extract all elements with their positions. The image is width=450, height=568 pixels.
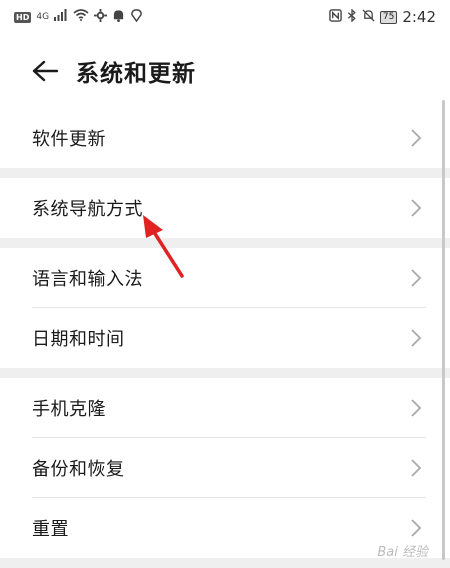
signal-icon xyxy=(54,9,68,25)
system-navigation-item[interactable]: 系统导航方式 xyxy=(0,178,450,238)
hd-badge: HD xyxy=(14,11,32,23)
scrollbar[interactable] xyxy=(442,100,445,560)
clock-time: 2:42 xyxy=(402,8,436,26)
mute-icon xyxy=(362,8,375,26)
back-button[interactable] xyxy=(14,41,76,101)
chevron-right-icon xyxy=(411,519,422,537)
notification-bell-icon xyxy=(112,9,125,26)
status-bar: HD 4G 75 2:42 xyxy=(0,0,450,34)
phone-clone-item[interactable]: 手机克隆 xyxy=(0,378,450,438)
app-header: 系统和更新 xyxy=(0,34,450,108)
settings-card-navigation: 系统导航方式 xyxy=(0,178,450,238)
section-gap xyxy=(0,168,450,178)
settings-card-update: 软件更新 xyxy=(0,108,450,168)
section-gap xyxy=(0,238,450,248)
item-label: 日期和时间 xyxy=(32,329,125,350)
software-update-item[interactable]: 软件更新 xyxy=(0,108,450,168)
watermark: Bai 经验 xyxy=(377,545,428,560)
status-left: HD 4G xyxy=(14,8,143,26)
bluetooth-icon xyxy=(347,7,357,26)
location-icon xyxy=(130,8,143,26)
settings-list: 软件更新 系统导航方式 语言和输入法 日期和时间 手机克隆 备份和恢复 重置 xyxy=(0,108,450,568)
date-time-item[interactable]: 日期和时间 xyxy=(0,308,450,368)
wifi-icon xyxy=(73,9,89,25)
backup-restore-item[interactable]: 备份和恢复 xyxy=(0,438,450,498)
page-title: 系统和更新 xyxy=(76,61,196,87)
chevron-right-icon xyxy=(411,329,422,347)
section-gap xyxy=(0,368,450,378)
language-input-item[interactable]: 语言和输入法 xyxy=(0,248,450,308)
network-type: 4G xyxy=(36,12,50,22)
gear-icon xyxy=(94,8,108,26)
item-label: 软件更新 xyxy=(32,129,106,150)
chevron-right-icon xyxy=(411,129,422,147)
chevron-right-icon xyxy=(411,459,422,477)
item-label: 语言和输入法 xyxy=(32,269,143,290)
settings-card-language: 语言和输入法 日期和时间 xyxy=(0,248,450,368)
settings-card-backup: 手机克隆 备份和恢复 重置 xyxy=(0,378,450,558)
chevron-right-icon xyxy=(411,269,422,287)
chevron-right-icon xyxy=(411,199,422,217)
arrow-left-icon xyxy=(32,60,58,82)
item-label: 重置 xyxy=(32,519,69,540)
item-label: 备份和恢复 xyxy=(32,459,125,480)
battery-level: 75 xyxy=(379,10,398,24)
chevron-right-icon xyxy=(411,399,422,417)
item-label: 手机克隆 xyxy=(32,399,106,420)
item-label: 系统导航方式 xyxy=(32,199,143,220)
status-right: 75 2:42 xyxy=(329,7,436,26)
nfc-icon xyxy=(329,8,342,26)
